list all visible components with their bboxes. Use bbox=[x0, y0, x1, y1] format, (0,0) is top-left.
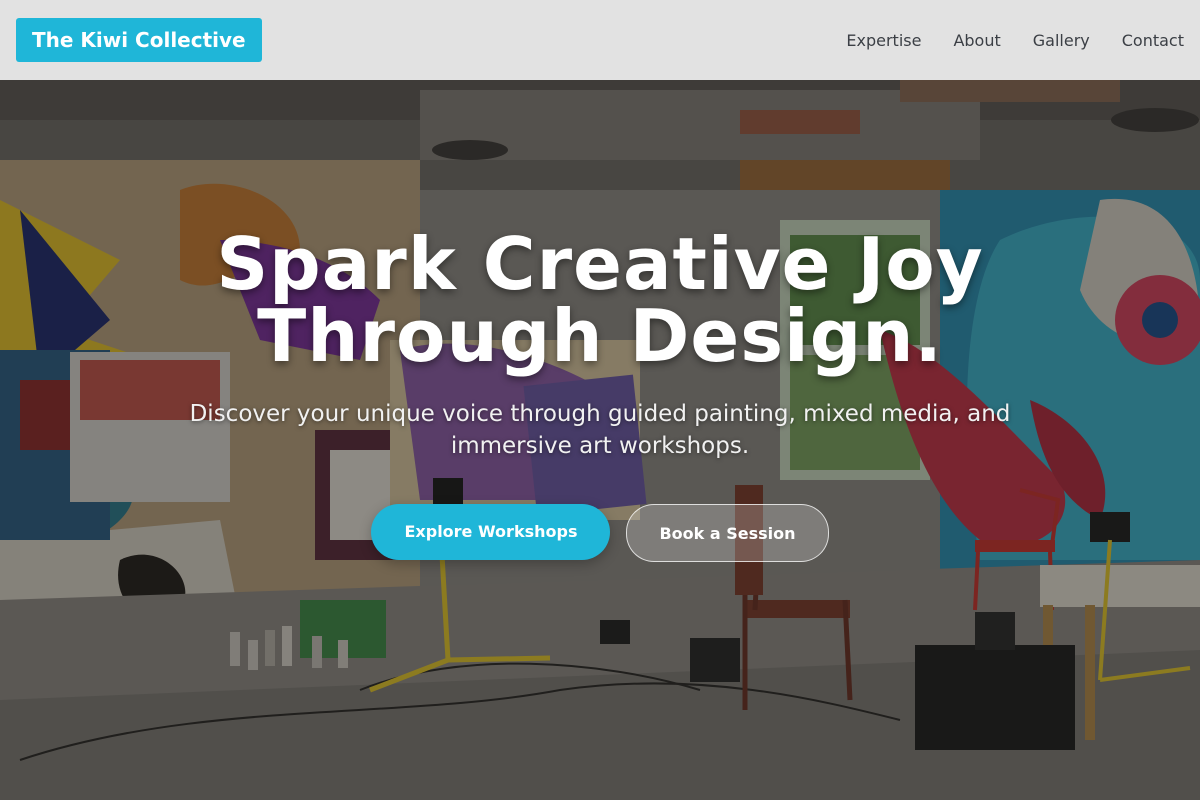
main-nav: Expertise About Gallery Contact bbox=[846, 0, 1184, 80]
hero-headline: Spark Creative Joy Through Design. bbox=[150, 228, 1050, 372]
nav-link-about[interactable]: About bbox=[953, 31, 1000, 50]
hero-content: Spark Creative Joy Through Design. Disco… bbox=[0, 228, 1200, 562]
brand-logo-link[interactable]: The Kiwi Collective bbox=[16, 18, 262, 62]
nav-link-expertise[interactable]: Expertise bbox=[846, 31, 921, 50]
hero-subtitle: Discover your unique voice through guide… bbox=[189, 401, 1011, 459]
explore-workshops-button[interactable]: Explore Workshops bbox=[371, 504, 611, 560]
nav-link-contact[interactable]: Contact bbox=[1122, 31, 1184, 50]
nav-link-gallery[interactable]: Gallery bbox=[1033, 31, 1090, 50]
site-header: The Kiwi Collective Expertise About Gall… bbox=[0, 0, 1200, 80]
book-session-button[interactable]: Book a Session bbox=[626, 504, 829, 562]
hero-cta-group: Explore Workshops Book a Session bbox=[0, 504, 1200, 562]
hero-headline-line2: Through Design. bbox=[257, 294, 943, 378]
